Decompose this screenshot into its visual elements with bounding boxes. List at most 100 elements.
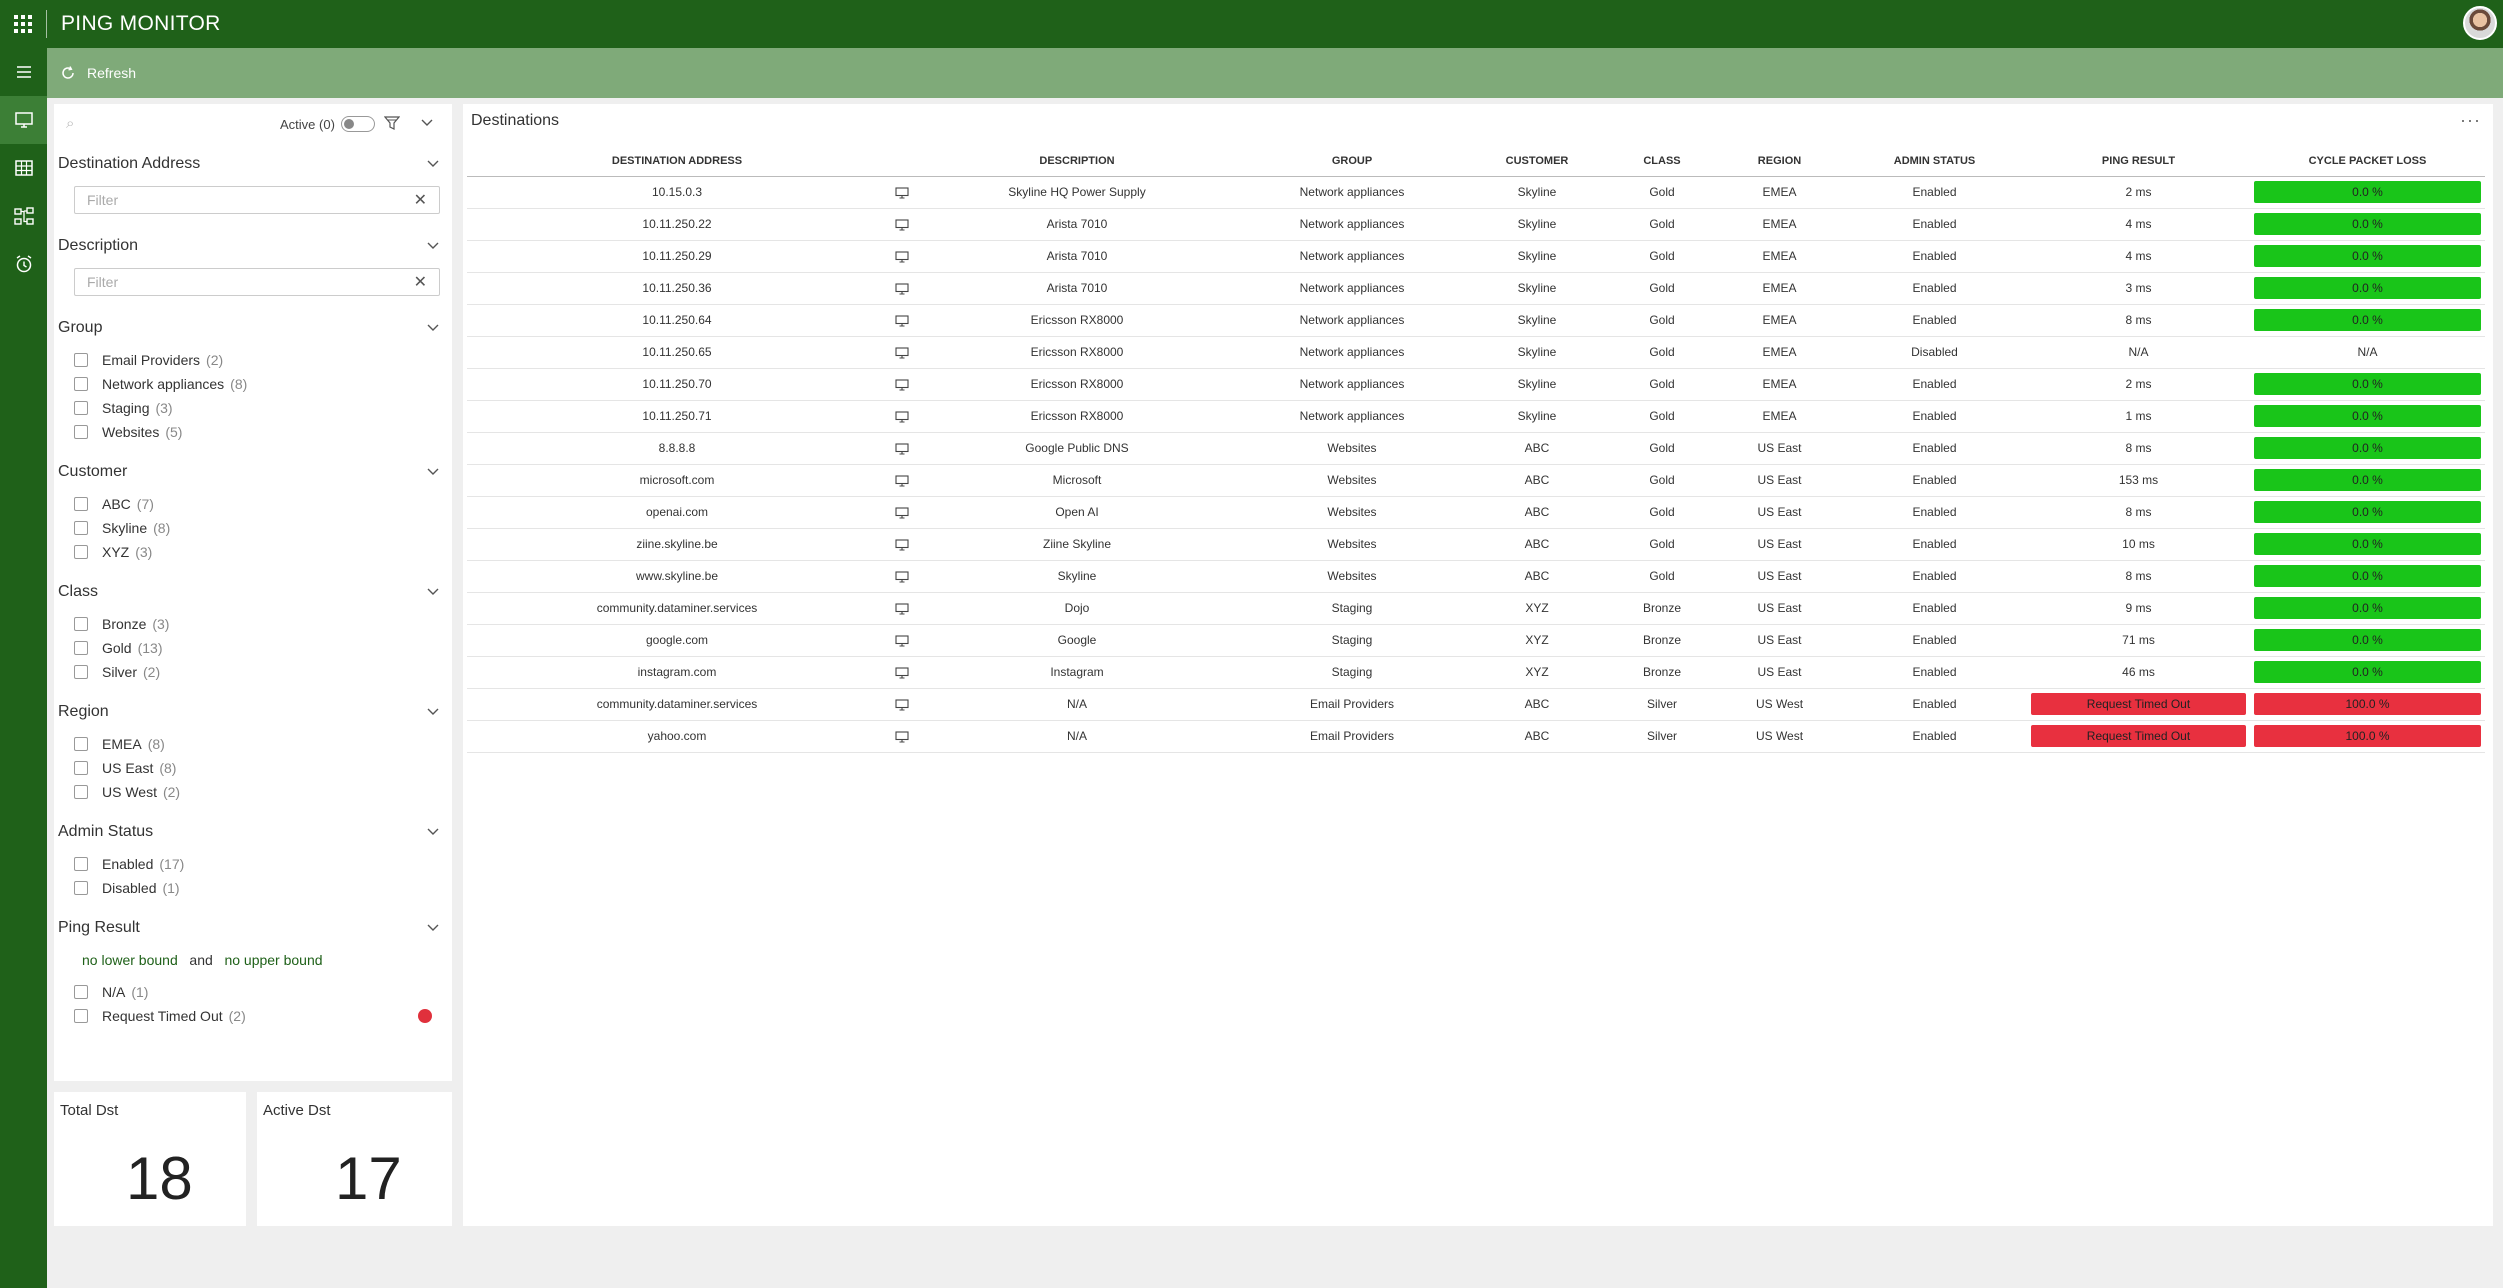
column-header[interactable]: CLASS: [1607, 146, 1717, 177]
column-header[interactable]: CUSTOMER: [1467, 146, 1607, 177]
table-row[interactable]: 8.8.8.8 Google Public DNS Websites ABC Gold U…: [467, 432, 2485, 465]
checkbox[interactable]: [74, 881, 88, 895]
monitor-icon[interactable]: [887, 560, 917, 593]
table-row[interactable]: community.dataminer.services Dojo Staging X…: [467, 592, 2485, 625]
table-row[interactable]: 10.11.250.36 Arista 7010 Network appliance…: [467, 272, 2485, 305]
monitor-icon[interactable]: [887, 272, 917, 305]
class-option[interactable]: Silver (2): [54, 660, 452, 684]
region-section[interactable]: Region: [54, 698, 452, 726]
region-option[interactable]: US West (2): [54, 780, 452, 804]
column-header[interactable]: ADMIN STATUS: [1842, 146, 2027, 177]
region-option[interactable]: US East (8): [54, 756, 452, 780]
nav-alarm-clock-icon[interactable]: [0, 240, 47, 288]
table-row[interactable]: 10.15.0.3 Skyline HQ Power Supply Network …: [467, 176, 2485, 209]
column-header[interactable]: DESTINATION ADDRESS: [467, 146, 887, 177]
chevron-down-icon[interactable]: [426, 705, 440, 719]
monitor-icon[interactable]: [887, 496, 917, 529]
chevron-down-icon[interactable]: [426, 825, 440, 839]
group-section[interactable]: Group: [54, 314, 452, 342]
admin-status-option[interactable]: Disabled (1): [54, 876, 452, 900]
table-row[interactable]: microsoft.com Microsoft Websites ABC Gold US …: [467, 464, 2485, 497]
checkbox[interactable]: [74, 857, 88, 871]
class-option[interactable]: Bronze (3): [54, 612, 452, 636]
checkbox[interactable]: [74, 985, 88, 999]
customer-option[interactable]: Skyline (8): [54, 516, 452, 540]
monitor-icon[interactable]: [887, 336, 917, 369]
monitor-icon[interactable]: [887, 304, 917, 337]
hamburger-menu-icon[interactable]: [0, 48, 47, 96]
nav-topology-icon[interactable]: [0, 192, 47, 240]
monitor-icon[interactable]: [887, 624, 917, 657]
monitor-icon[interactable]: [887, 688, 917, 721]
table-row[interactable]: 10.11.250.71 Ericsson RX8000 Network appli…: [467, 400, 2485, 433]
chevron-down-icon[interactable]: [426, 239, 440, 253]
checkbox[interactable]: [74, 521, 88, 535]
checkbox[interactable]: [74, 425, 88, 439]
clear-icon[interactable]: ✕: [414, 190, 427, 210]
checkbox[interactable]: [74, 785, 88, 799]
user-avatar[interactable]: [2463, 6, 2497, 40]
table-row[interactable]: instagram.com Instagram Staging XYZ Bronze US…: [467, 656, 2485, 689]
column-header[interactable]: PING RESULT: [2027, 146, 2250, 177]
search-icon[interactable]: ⌕: [66, 115, 74, 132]
admin-status-section[interactable]: Admin Status: [54, 818, 452, 846]
chevron-down-icon[interactable]: [426, 921, 440, 935]
table-row[interactable]: www.skyline.be Skyline Websites ABC Gold US E…: [467, 560, 2485, 593]
table-row[interactable]: google.com Google Staging XYZ Bronze US East E…: [467, 624, 2485, 657]
table-row[interactable]: community.dataminer.services N/A Email Pro…: [467, 688, 2485, 721]
ping-result-option[interactable]: Request Timed Out (2): [54, 1004, 452, 1028]
checkbox[interactable]: [74, 641, 88, 655]
table-row[interactable]: 10.11.250.70 Ericsson RX8000 Network appli…: [467, 368, 2485, 401]
checkbox[interactable]: [74, 497, 88, 511]
column-header[interactable]: CYCLE PACKET LOSS: [2250, 146, 2485, 177]
column-header[interactable]: DESCRIPTION: [917, 146, 1237, 177]
collapse-all-chevron-icon[interactable]: [420, 116, 434, 130]
chevron-down-icon[interactable]: [426, 157, 440, 171]
description-section[interactable]: Description: [54, 232, 452, 260]
upper-bound-link[interactable]: no upper bound: [224, 952, 322, 968]
chevron-down-icon[interactable]: [426, 585, 440, 599]
column-header[interactable]: GROUP: [1237, 146, 1467, 177]
lower-bound-link[interactable]: no lower bound: [82, 952, 178, 968]
monitor-icon[interactable]: [887, 176, 917, 209]
class-section[interactable]: Class: [54, 578, 452, 606]
ping-result-option[interactable]: N/A (1): [54, 980, 452, 1004]
monitor-icon[interactable]: [887, 656, 917, 689]
destination-address-section[interactable]: Destination Address: [54, 150, 452, 178]
checkbox[interactable]: [74, 377, 88, 391]
checkbox[interactable]: [74, 737, 88, 751]
class-option[interactable]: Gold (13): [54, 636, 452, 660]
customer-option[interactable]: ABC (7): [54, 492, 452, 516]
toggle-switch[interactable]: [340, 116, 375, 132]
monitor-icon[interactable]: [887, 432, 917, 465]
clear-icon[interactable]: ✕: [414, 272, 427, 292]
checkbox[interactable]: [74, 353, 88, 367]
group-option[interactable]: Websites (5): [54, 420, 452, 444]
app-launcher-icon[interactable]: [0, 0, 46, 48]
nav-monitor-icon[interactable]: [0, 96, 47, 144]
ping-result-section[interactable]: Ping Result: [54, 914, 452, 942]
description-filter-input[interactable]: [87, 274, 387, 290]
monitor-icon[interactable]: [887, 240, 917, 273]
monitor-icon[interactable]: [887, 208, 917, 241]
checkbox[interactable]: [74, 1009, 88, 1023]
table-row[interactable]: openai.com Open AI Websites ABC Gold US East E…: [467, 496, 2485, 529]
checkbox[interactable]: [74, 665, 88, 679]
checkbox[interactable]: [74, 401, 88, 415]
monitor-icon[interactable]: [887, 368, 917, 401]
table-row[interactable]: 10.11.250.29 Arista 7010 Network appliance…: [467, 240, 2485, 273]
region-option[interactable]: EMEA (8): [54, 732, 452, 756]
customer-section[interactable]: Customer: [54, 458, 452, 486]
active-filter-toggle[interactable]: Active (0): [280, 116, 375, 132]
checkbox[interactable]: [74, 545, 88, 559]
destination-address-filter-input[interactable]: [87, 192, 387, 208]
table-row[interactable]: 10.11.250.65 Ericsson RX8000 Network appli…: [467, 336, 2485, 369]
filter-funnel-icon[interactable]: [384, 115, 400, 131]
nav-table-icon[interactable]: [0, 144, 47, 192]
table-row[interactable]: 10.11.250.22 Arista 7010 Network appliance…: [467, 208, 2485, 241]
admin-status-option[interactable]: Enabled (17): [54, 852, 452, 876]
table-row[interactable]: yahoo.com N/A Email Providers ABC Silver US W…: [467, 720, 2485, 753]
monitor-icon[interactable]: [887, 592, 917, 625]
customer-option[interactable]: XYZ (3): [54, 540, 452, 564]
group-option[interactable]: Staging (3): [54, 396, 452, 420]
